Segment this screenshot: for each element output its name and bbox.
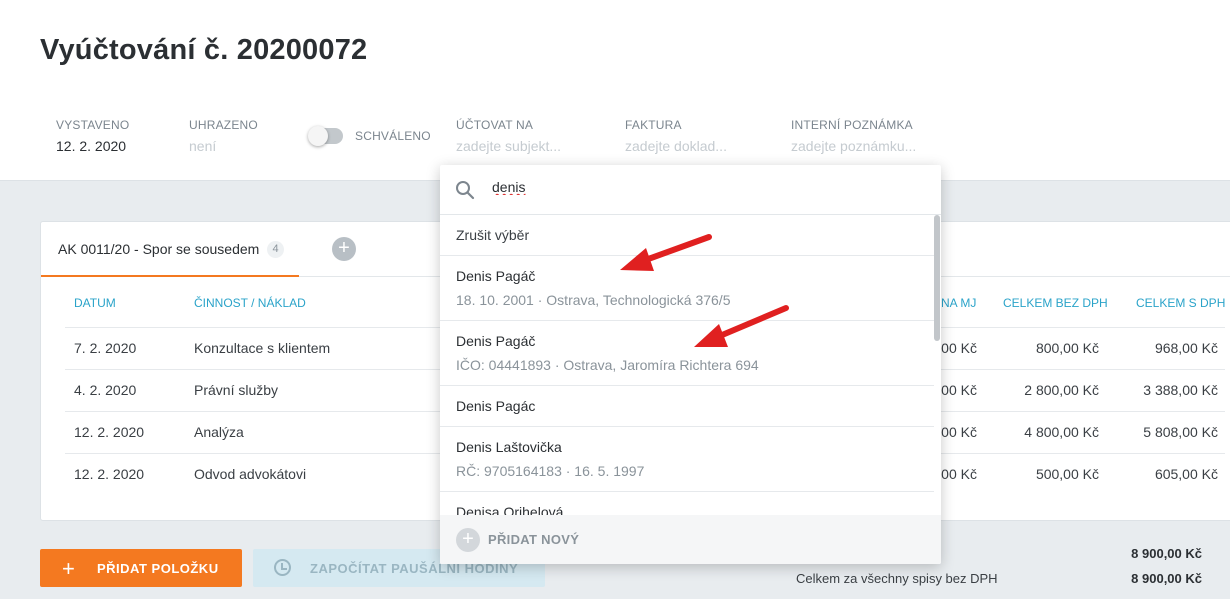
- row-bez-dph: 800,00 Kč: [1035, 340, 1099, 356]
- col-celkem-bez-dph[interactable]: CELKEM BEZ DPH: [1003, 296, 1108, 310]
- add-new-subject-button[interactable]: + PŘIDAT NOVÝ: [440, 515, 941, 564]
- page-title: Vyúčtování č. 20200072: [40, 34, 368, 66]
- search-icon: [456, 181, 475, 200]
- uctovat-na-label: ÚČTOVAT NA: [456, 118, 534, 132]
- toggle-knob: [308, 126, 328, 146]
- row-bez-dph: 2 800,00 Kč: [1024, 382, 1099, 398]
- list-item[interactable]: Denis Pagác: [440, 386, 934, 427]
- cancel-selection-option[interactable]: Zrušit výběr: [440, 215, 934, 256]
- dropdown-search: [440, 165, 941, 215]
- row-bez-dph: 500,00 Kč: [1035, 466, 1099, 482]
- scrollbar-thumb[interactable]: [934, 215, 940, 341]
- row-s-dph: 968,00 Kč: [1154, 340, 1218, 356]
- total-value: 8 900,00 Kč: [1131, 546, 1202, 561]
- row-s-dph: 605,00 Kč: [1154, 466, 1218, 482]
- col-cinnost[interactable]: ČINNOST / NÁKLAD: [194, 296, 306, 310]
- tab-spor-se-sousedem[interactable]: AK 0011/20 - Spor se sousedem 4: [41, 222, 299, 277]
- plus-icon: +: [62, 556, 76, 581]
- tab-count-badge: 4: [267, 241, 284, 258]
- all-files-total-label: Celkem za všechny spisy bez DPH: [796, 571, 998, 586]
- poznamka-label: INTERNÍ POZNÁMKA: [791, 118, 913, 132]
- option-name: Denis Pagáč: [456, 268, 536, 284]
- option-name: Denis Pagáč: [456, 333, 536, 349]
- schvaleno-label: SCHVÁLENO: [355, 129, 431, 143]
- list-item[interactable]: Denis Laštovička RČ: 9705164183 · 16. 5.…: [440, 427, 934, 492]
- col-datum[interactable]: DATUM: [74, 296, 116, 310]
- vystaveno-value[interactable]: 12. 2. 2020: [56, 138, 126, 154]
- row-cinnost: Konzultace s klientem: [194, 340, 331, 356]
- uctovat-na-field[interactable]: zadejte subjekt...: [456, 138, 561, 154]
- row-s-dph: 5 808,00 Kč: [1143, 424, 1218, 440]
- plus-icon: +: [456, 528, 480, 552]
- subject-dropdown: Zrušit výběr Denis Pagáč 18. 10. 2001 · …: [440, 165, 941, 564]
- row-cinnost: Analýza: [194, 424, 244, 440]
- col-cena-mj[interactable]: NA MJ: [941, 296, 976, 310]
- option-name: Denis Pagác: [456, 398, 536, 414]
- add-item-label: PŘIDAT POLOŽKU: [97, 561, 219, 576]
- option-name: Denis Laštovička: [456, 439, 562, 455]
- poznamka-field[interactable]: zadejte poznámku...: [791, 138, 916, 154]
- vystaveno-label: VYSTAVENO: [56, 118, 130, 132]
- dropdown-scrollbar[interactable]: [934, 215, 940, 515]
- option-details: IČO: 04441893 · Ostrava, Jaromíra Richte…: [456, 357, 759, 373]
- row-bez-dph: 4 800,00 Kč: [1024, 424, 1099, 440]
- add-item-button[interactable]: + PŘIDAT POLOŽKU: [40, 549, 242, 587]
- row-s-dph: 3 388,00 Kč: [1143, 382, 1218, 398]
- row-cinnost: Odvod advokátovi: [194, 466, 307, 482]
- clock-icon: [274, 559, 291, 576]
- row-datum: 4. 2. 2020: [74, 382, 137, 398]
- subject-search-input[interactable]: [492, 179, 892, 195]
- uhrazeno-label: UHRAZENO: [189, 118, 258, 132]
- add-new-label: PŘIDAT NOVÝ: [488, 532, 580, 547]
- row-datum: 7. 2. 2020: [74, 340, 137, 356]
- list-item[interactable]: Denis Pagáč 18. 10. 2001 · Ostrava, Tech…: [440, 256, 934, 321]
- schvaleno-toggle[interactable]: [308, 126, 343, 146]
- faktura-label: FAKTURA: [625, 118, 682, 132]
- option-details: RČ: 9705164183 · 16. 5. 1997: [456, 463, 645, 479]
- cancel-selection-label: Zrušit výběr: [456, 227, 530, 243]
- col-celkem-s-dph[interactable]: CELKEM S DPH: [1136, 296, 1225, 310]
- uhrazeno-value[interactable]: není: [189, 138, 216, 154]
- option-details: 18. 10. 2001 · Ostrava, Technologická 37…: [456, 292, 731, 308]
- row-datum: 12. 2. 2020: [74, 424, 145, 440]
- all-files-total-value: 8 900,00 Kč: [1131, 571, 1202, 586]
- tab-label: AK 0011/20 - Spor se sousedem: [58, 241, 260, 257]
- list-item[interactable]: Denis Pagáč IČO: 04441893 · Ostrava, Jar…: [440, 321, 934, 386]
- invoice-header: Vyúčtování č. 20200072 VYSTAVENO 12. 2. …: [0, 0, 1230, 181]
- row-cinnost: Právní služby: [194, 382, 279, 398]
- faktura-field[interactable]: zadejte doklad...: [625, 138, 727, 154]
- add-tab-button[interactable]: +: [332, 237, 356, 261]
- row-datum: 12. 2. 2020: [74, 466, 145, 482]
